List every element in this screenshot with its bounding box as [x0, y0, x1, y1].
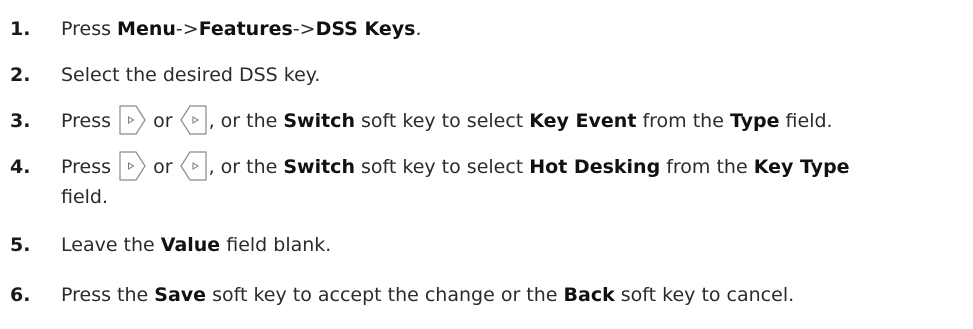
text-segment: , or the [208, 110, 284, 132]
step-text: Press the Save soft key to accept the ch… [61, 278, 966, 312]
key-type-label: Key Type [753, 156, 850, 178]
text-segment: field blank. [220, 234, 332, 256]
step-text: Press or , or the Switch soft key to sel… [61, 150, 966, 185]
text-segment: Press [61, 110, 118, 132]
left-navigation-key-icon [179, 103, 209, 137]
switch-label: Switch [283, 156, 355, 178]
right-navigation-key-icon [117, 103, 147, 137]
value-label: Value [160, 234, 221, 256]
text-segment: Press [61, 156, 118, 178]
step-text: Select the desired DSS key. [61, 64, 321, 86]
text-segment: from the [660, 156, 754, 178]
text-segment: -> [175, 18, 199, 40]
text-segment: , or the [208, 156, 284, 178]
left-navigation-key-icon [179, 149, 209, 183]
step-number: 5. [10, 234, 31, 256]
step-text: Press Menu->Features->DSS Keys. [61, 12, 966, 46]
text-segment: from the [636, 110, 730, 132]
text-segment: or [147, 156, 179, 178]
right-navigation-key-icon [117, 149, 147, 183]
text-segment: or [147, 110, 179, 132]
step-number: 1. [10, 18, 31, 40]
step-number: 6. [10, 284, 31, 306]
text-segment: Leave the [61, 234, 161, 256]
step-text: Press or , or the Switch soft key to sel… [61, 104, 966, 139]
back-label: Back [563, 284, 615, 306]
step-number: 4. [10, 156, 31, 178]
text-segment: soft key to select [354, 110, 530, 132]
step-number: 2. [10, 64, 31, 86]
step-text: Leave the Value field blank. [61, 228, 966, 262]
text-segment: soft key to accept the change or the [206, 284, 564, 306]
text-segment: -> [292, 18, 316, 40]
text-segment: Press the [61, 284, 155, 306]
save-label: Save [154, 284, 207, 306]
text-segment: soft key to select [354, 156, 530, 178]
step-continuation: field. [61, 186, 109, 208]
dss-keys-label: DSS Keys [315, 18, 416, 40]
type-label: Type [729, 110, 780, 132]
step-number: 3. [10, 110, 31, 132]
switch-label: Switch [283, 110, 355, 132]
key-event-label: Key Event [529, 110, 637, 132]
text-segment: field. [779, 110, 833, 132]
menu-label: Menu [117, 18, 176, 40]
text-segment: . [415, 18, 422, 40]
hot-desking-label: Hot Desking [529, 156, 661, 178]
text-segment: soft key to cancel. [614, 284, 795, 306]
text-segment: Press [61, 18, 118, 40]
features-label: Features [198, 18, 293, 40]
